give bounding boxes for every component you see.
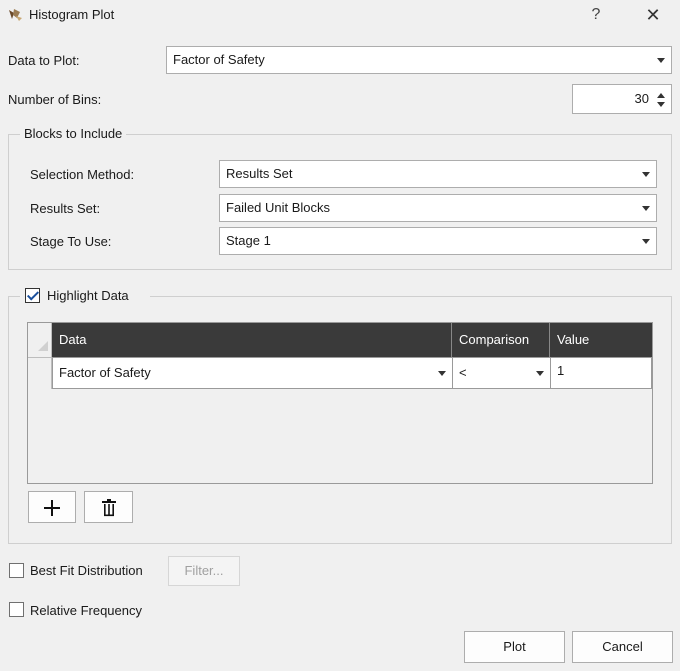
selection-method-label: Selection Method: <box>30 167 135 182</box>
row-value-input[interactable]: 1 <box>550 357 652 389</box>
chevron-down-icon <box>657 58 665 63</box>
trash-icon <box>101 499 116 517</box>
data-to-plot-label: Data to Plot: <box>8 53 80 68</box>
plot-button[interactable]: Plot <box>464 631 565 663</box>
best-fit-checkbox[interactable] <box>9 563 24 578</box>
delete-row-button[interactable] <box>84 491 133 523</box>
column-header-comparison[interactable]: Comparison <box>452 323 550 357</box>
row-data-value: Factor of Safety <box>59 365 151 380</box>
row-comparison-value: < <box>459 365 467 380</box>
add-row-button[interactable] <box>28 491 76 523</box>
window-title: Histogram Plot <box>29 7 115 22</box>
best-fit-label: Best Fit Distribution <box>30 563 143 578</box>
relative-frequency-checkbox[interactable] <box>9 602 24 617</box>
plus-icon <box>44 500 60 516</box>
column-header-data[interactable]: Data <box>52 323 452 357</box>
chevron-down-icon <box>536 371 544 376</box>
spin-down-icon[interactable] <box>657 102 665 107</box>
number-of-bins-label: Number of Bins: <box>8 92 102 107</box>
help-button[interactable]: ? <box>583 2 609 28</box>
blocks-to-include-title: Blocks to Include <box>20 126 127 141</box>
row-header[interactable] <box>28 357 52 389</box>
row-comparison-select[interactable]: < <box>452 357 551 389</box>
data-to-plot-select[interactable]: Factor of Safety <box>166 46 672 74</box>
app-icon <box>7 8 23 22</box>
stage-to-use-label: Stage To Use: <box>30 234 112 249</box>
stage-to-use-select[interactable]: Stage 1 <box>219 227 657 255</box>
column-header-value[interactable]: Value <box>550 323 652 357</box>
results-set-label: Results Set: <box>30 201 101 216</box>
row-data-select[interactable]: Factor of Safety <box>52 357 453 389</box>
chevron-down-icon <box>438 371 446 376</box>
relative-frequency-label: Relative Frequency <box>30 603 142 618</box>
highlight-data-label: Highlight Data <box>47 288 129 303</box>
number-of-bins-value: 30 <box>634 91 649 106</box>
table-corner[interactable] <box>28 323 52 357</box>
data-to-plot-value: Factor of Safety <box>173 52 265 67</box>
stage-to-use-value: Stage 1 <box>226 233 271 248</box>
chevron-down-icon <box>642 239 650 244</box>
chevron-down-icon <box>642 172 650 177</box>
selection-method-select[interactable]: Results Set <box>219 160 657 188</box>
selection-method-value: Results Set <box>226 166 293 181</box>
results-set-value: Failed Unit Blocks <box>226 200 331 215</box>
close-button[interactable]: ✕ <box>639 2 667 28</box>
filter-button[interactable]: Filter... <box>168 556 240 586</box>
highlight-data-checkbox[interactable] <box>25 288 40 303</box>
cancel-button[interactable]: Cancel <box>572 631 673 663</box>
chevron-down-icon <box>642 206 650 211</box>
spin-up-icon[interactable] <box>657 93 665 98</box>
number-of-bins-spinner[interactable]: 30 <box>572 84 672 114</box>
select-all-icon <box>38 341 48 351</box>
results-set-select[interactable]: Failed Unit Blocks <box>219 194 657 222</box>
